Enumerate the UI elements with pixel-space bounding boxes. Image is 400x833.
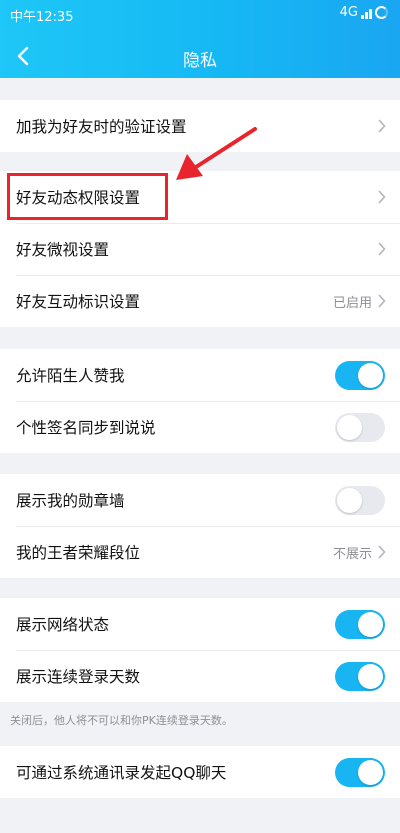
settings-group-online: 展示网络状态 展示连续登录天数 bbox=[0, 598, 400, 702]
row-contacts-qq-chat: 可通过系统通讯录发起QQ聊天 bbox=[0, 746, 400, 798]
row-network-status: 展示网络状态 bbox=[0, 598, 400, 650]
network-label: 4G bbox=[339, 5, 358, 20]
row-label: 好友互动标识设置 bbox=[16, 293, 141, 311]
row-interaction-badge-settings[interactable]: 好友互动标识设置 已启用 bbox=[0, 275, 400, 327]
settings-group-verification: 加我为好友时的验证设置 bbox=[0, 100, 400, 152]
chevron-right-icon bbox=[378, 119, 386, 133]
settings-group-display: 展示我的勋章墙 我的王者荣耀段位 不展示 bbox=[0, 474, 400, 578]
toggle-switch[interactable] bbox=[335, 413, 385, 442]
row-honor-of-kings-rank[interactable]: 我的王者荣耀段位 不展示 bbox=[0, 526, 400, 578]
status-bar: 中午12:35 4G bbox=[0, 0, 400, 26]
annotation-highlight-box bbox=[7, 173, 168, 220]
page-title: 隐私 bbox=[183, 51, 217, 71]
settings-group-likes: 允许陌生人赞我 个性签名同步到说说 bbox=[0, 349, 400, 453]
row-login-streak: 展示连续登录天数 bbox=[0, 650, 400, 702]
toggle-switch[interactable] bbox=[335, 610, 385, 639]
toggle-knob bbox=[337, 488, 362, 513]
battery-icon bbox=[375, 6, 388, 19]
row-allow-stranger-likes: 允许陌生人赞我 bbox=[0, 349, 400, 401]
row-label: 可通过系统通讯录发起QQ聊天 bbox=[16, 764, 227, 782]
chevron-right-icon bbox=[378, 190, 386, 204]
row-signature-sync: 个性签名同步到说说 bbox=[0, 401, 400, 453]
toggle-switch[interactable] bbox=[335, 758, 385, 787]
row-label: 好友微视设置 bbox=[16, 241, 110, 259]
toggle-switch[interactable] bbox=[335, 662, 385, 691]
header-bar: 中午12:35 4G 隐私 bbox=[0, 0, 400, 78]
toggle-switch[interactable] bbox=[335, 361, 385, 390]
status-time: 中午12:35 bbox=[10, 10, 74, 25]
toggle-knob bbox=[337, 415, 362, 440]
row-medal-wall: 展示我的勋章墙 bbox=[0, 474, 400, 526]
chevron-right-icon bbox=[378, 242, 386, 256]
toggle-knob bbox=[358, 363, 383, 388]
row-value: 已启用 bbox=[332, 296, 372, 311]
row-label: 我的王者荣耀段位 bbox=[16, 544, 141, 562]
row-label: 个性签名同步到说说 bbox=[16, 419, 156, 437]
login-streak-note: 关闭后，他人将不可以和你PK连续登录天数。 bbox=[10, 714, 233, 727]
row-label: 加我为好友时的验证设置 bbox=[16, 118, 187, 136]
status-indicators: 4G bbox=[340, 5, 388, 20]
settings-group-contacts: 可通过系统通讯录发起QQ聊天 bbox=[0, 746, 400, 798]
row-label: 展示连续登录天数 bbox=[16, 668, 141, 686]
row-weishi-settings[interactable]: 好友微视设置 bbox=[0, 223, 400, 275]
chevron-right-icon bbox=[378, 294, 386, 308]
row-verification-settings[interactable]: 加我为好友时的验证设置 bbox=[0, 100, 400, 152]
row-label: 展示我的勋章墙 bbox=[16, 492, 125, 510]
row-label: 展示网络状态 bbox=[16, 616, 110, 634]
signal-icon bbox=[361, 7, 372, 19]
toggle-knob bbox=[358, 612, 383, 637]
toggle-knob bbox=[358, 760, 383, 785]
chevron-right-icon bbox=[378, 545, 386, 559]
toggle-knob bbox=[358, 664, 383, 689]
toggle-switch[interactable] bbox=[335, 486, 385, 515]
row-value: 不展示 bbox=[332, 547, 372, 562]
row-label: 允许陌生人赞我 bbox=[16, 367, 125, 385]
